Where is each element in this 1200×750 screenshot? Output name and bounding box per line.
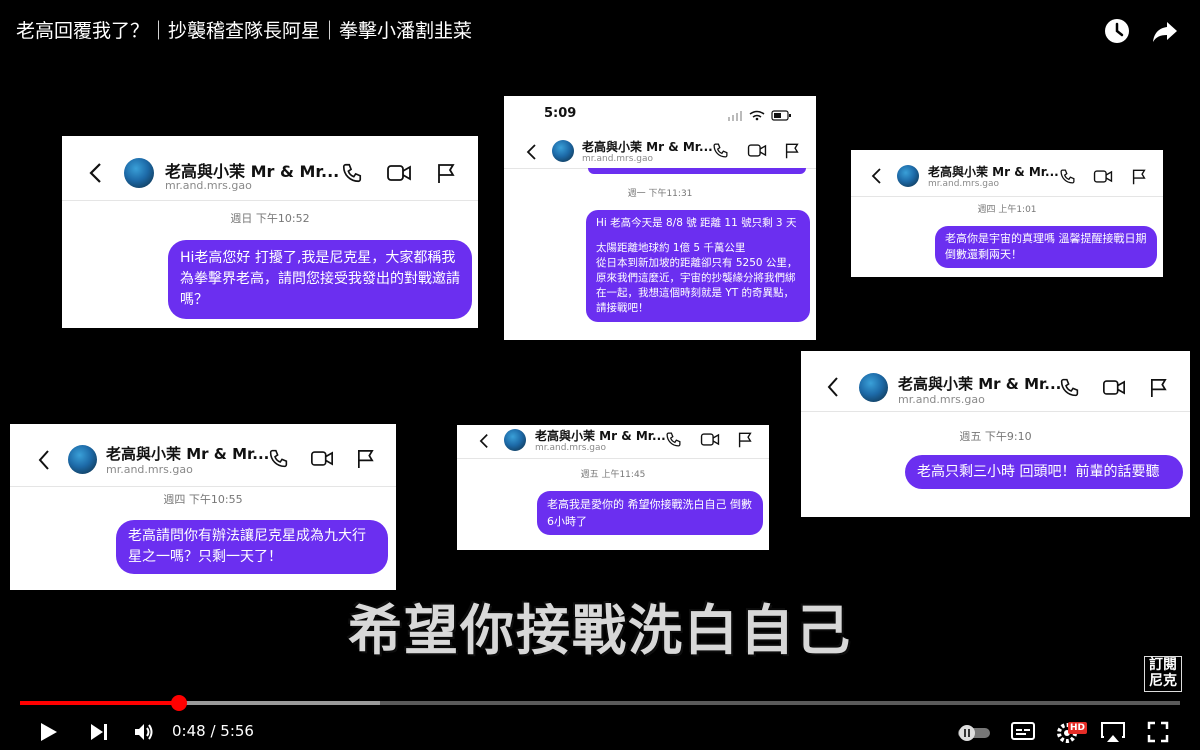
volume-icon[interactable]	[132, 720, 156, 744]
phone-icon[interactable]	[268, 448, 289, 469]
chevron-left-icon[interactable]	[479, 433, 489, 449]
message-bubble: 老高我是愛你的 希望你接戰洗白自己 倒數6小時了	[537, 491, 763, 535]
message-line: 太陽距離地球約 1億 5 千萬公里	[596, 242, 746, 254]
contact-handle: mr.and.mrs.gao	[535, 443, 607, 453]
captions-icon[interactable]	[1011, 720, 1035, 742]
video-camera-icon[interactable]	[747, 142, 767, 159]
dm-card-5: 老高與小茉 Mr & Mr... mr.and.mrs.gao 週四 下午10:…	[10, 424, 396, 590]
contact-handle: mr.and.mrs.gao	[582, 154, 654, 164]
avatar	[552, 140, 574, 162]
flag-icon[interactable]	[436, 162, 456, 184]
progress-scrubber[interactable]	[170, 695, 187, 711]
contact-handle: mr.and.mrs.gao	[928, 179, 1000, 189]
video-camera-icon[interactable]	[386, 162, 412, 184]
time-display: 0:48 / 5:56	[172, 722, 254, 740]
avatar	[68, 445, 97, 474]
chevron-left-icon[interactable]	[826, 377, 839, 397]
phone-icon[interactable]	[1059, 168, 1076, 185]
current-time: 0:48	[172, 722, 206, 740]
status-icons	[728, 110, 791, 121]
contact-name: 老高與小茉 Mr & Mr...	[928, 165, 1059, 179]
contact-name: 老高與小茉 Mr & Mr...	[582, 140, 713, 154]
message-bubble: 老高請問你有辦法讓尼克星成為九大行星之一嗎？只剩一天了！	[116, 520, 388, 574]
share-arrow-icon[interactable]	[1150, 16, 1180, 46]
contact-handle: mr.and.mrs.gao	[165, 179, 252, 192]
phone-icon[interactable]	[712, 142, 729, 159]
message-bubble: 老高只剩三小時 回頭吧！前輩的話要聽	[905, 455, 1183, 489]
dm-card-2: 5:09 老高與小茉 Mr & Mr... mr.and.mrs.gao 週一 …	[504, 96, 816, 340]
play-icon[interactable]	[36, 720, 60, 744]
phone-icon[interactable]	[341, 162, 363, 184]
previous-message-bubble	[588, 168, 806, 174]
dm-card-1: 老高與小茉 Mr & Mr... mr.and.mrs.gao 週日 下午10:…	[62, 136, 478, 328]
message-timestamp: 週一 下午11:31	[627, 189, 693, 199]
message-timestamp: 週四 上午1:01	[977, 205, 1037, 215]
video-caption: 希望你接戰洗白自己	[348, 599, 852, 662]
clock-icon[interactable]	[1102, 16, 1132, 46]
message-line: 從日本到新加坡的距離卻只有 5250 公里，原來我們這麼近，宇宙的抄襲緣分將我們…	[596, 257, 798, 314]
phone-icon[interactable]	[1059, 377, 1080, 398]
message-timestamp: 週五 上午11:45	[580, 470, 646, 480]
avatar	[897, 165, 919, 187]
dm-card-3: 老高與小茉 Mr & Mr... mr.and.mrs.gao 週四 上午1:0…	[851, 150, 1163, 277]
message-line: Hi 老高今天是 8/8 號 距離 11 號只剩 3 天	[596, 217, 797, 229]
status-time: 5:09	[544, 106, 577, 121]
avatar	[859, 373, 888, 402]
flag-icon[interactable]	[737, 431, 753, 448]
progress-bar[interactable]	[20, 695, 1180, 711]
skip-next-icon[interactable]	[88, 720, 110, 744]
fullscreen-icon[interactable]	[1146, 720, 1170, 744]
video-title[interactable]: 老高回覆我了？｜抄襲稽查隊長阿星｜拳擊小潘割韭菜	[16, 16, 472, 43]
contact-name: 老高與小茉 Mr & Mr...	[898, 375, 1062, 393]
hd-badge: HD	[1068, 722, 1088, 734]
message-timestamp: 週四 下午10:55	[163, 493, 243, 506]
chevron-left-icon[interactable]	[526, 144, 537, 160]
dm-card-4: 老高與小茉 Mr & Mr... mr.and.mrs.gao 週五 下午9:1…	[801, 351, 1190, 517]
airplay-icon[interactable]	[1100, 720, 1126, 744]
phone-icon[interactable]	[665, 431, 682, 448]
dm-card-6: 老高與小茉 Mr & Mr... mr.and.mrs.gao 週五 上午11:…	[457, 425, 769, 550]
message-bubble: Hi 老高今天是 8/8 號 距離 11 號只剩 3 天 太陽距離地球約 1億 …	[586, 210, 810, 322]
subscribe-badge[interactable]: 訂閱 尼克	[1144, 656, 1182, 692]
time-separator: /	[205, 722, 221, 740]
chevron-left-icon[interactable]	[88, 162, 102, 184]
contact-name: 老高與小茉 Mr & Mr...	[106, 445, 270, 463]
progress-played	[20, 701, 179, 705]
chevron-left-icon[interactable]	[37, 450, 50, 470]
video-camera-icon[interactable]	[1093, 168, 1113, 185]
video-camera-icon[interactable]	[310, 448, 334, 469]
avatar	[124, 158, 154, 188]
message-timestamp: 週五 下午9:10	[959, 430, 1032, 443]
duration: 5:56	[220, 722, 254, 740]
contact-name: 老高與小茉 Mr & Mr...	[535, 429, 666, 443]
flag-icon[interactable]	[784, 142, 800, 159]
video-camera-icon[interactable]	[700, 431, 720, 448]
message-timestamp: 週日 下午10:52	[230, 212, 310, 225]
message-bubble: 老高你是宇宙的真理嗎 溫馨提醒接戰日期倒數還剩兩天！	[935, 226, 1157, 268]
contact-handle: mr.and.mrs.gao	[898, 393, 985, 406]
flag-icon[interactable]	[1131, 168, 1147, 185]
message-bubble: Hi老高您好 打擾了,我是尼克星，大家都稱我為拳擊界老高，請問您接受我發出的對戰…	[168, 240, 472, 319]
flag-icon[interactable]	[356, 448, 375, 469]
flag-icon[interactable]	[1149, 377, 1168, 398]
video-camera-icon[interactable]	[1102, 377, 1126, 398]
avatar	[504, 429, 526, 451]
chevron-left-icon[interactable]	[871, 168, 882, 184]
contact-handle: mr.and.mrs.gao	[106, 463, 193, 476]
autoplay-toggle-icon[interactable]	[956, 724, 992, 742]
